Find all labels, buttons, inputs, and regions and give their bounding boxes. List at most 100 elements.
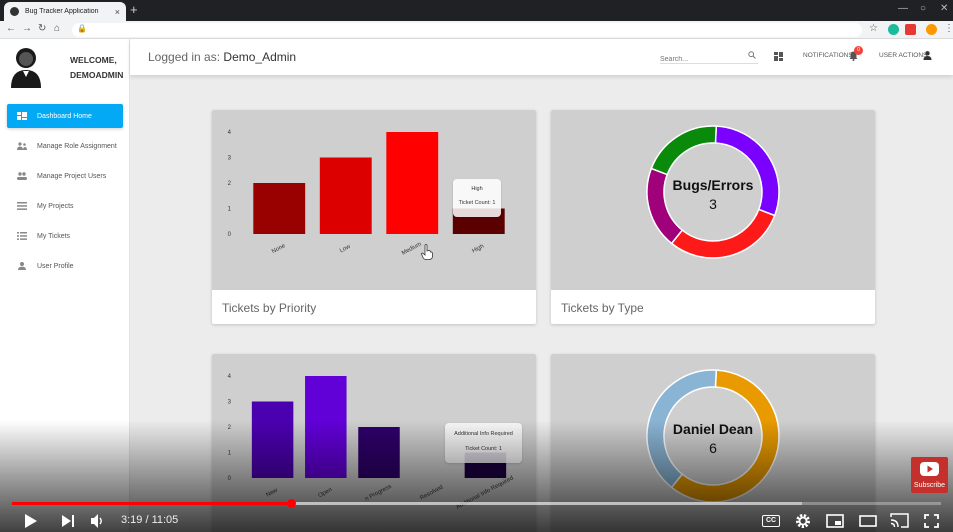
dashboard-toggle-icon[interactable] — [774, 52, 783, 61]
sidebar-item-label: My Projects — [37, 202, 74, 210]
notifications-badge: 0 — [854, 46, 863, 55]
y-tick-label: 0 — [228, 476, 232, 482]
menu-kebab-icon[interactable]: ⋮ — [944, 23, 953, 34]
sidebar-item-user-profile[interactable]: User Profile — [7, 254, 123, 278]
logged-in-prefix: Logged in as: — [148, 50, 221, 64]
bar-open[interactable] — [305, 376, 347, 478]
sidebar-item-manage-project-users[interactable]: Manage Project Users — [7, 164, 123, 188]
x-tick-label: Medium — [401, 241, 423, 256]
bar-new[interactable] — [251, 401, 294, 479]
search-input[interactable] — [660, 56, 740, 63]
group-icon — [17, 172, 27, 180]
logged-in-user: Demo_Admin — [223, 50, 297, 64]
captions-button[interactable]: CC — [762, 515, 780, 527]
subscribe-button[interactable]: Subscribe — [911, 457, 948, 493]
hand-cursor-icon — [421, 244, 433, 260]
new-tab-button[interactable]: + — [130, 3, 138, 17]
x-tick-label: Open — [317, 487, 333, 499]
x-tick-label: High — [471, 244, 485, 255]
y-tick-label: 1 — [228, 451, 232, 457]
welcome-text: WELCOME, DEMOADMIN — [70, 53, 123, 83]
bar-medium[interactable] — [386, 132, 439, 234]
browser-tab-bar: Bug Tracker Application × + — ○ ✕ — [0, 0, 953, 21]
donut-center-value: 6 — [709, 440, 717, 456]
priority-card-title: Tickets by Priority — [222, 301, 317, 315]
reload-icon[interactable]: ↻ — [38, 23, 46, 34]
profile-block: WELCOME, DEMOADMIN — [0, 39, 130, 94]
volume-icon[interactable] — [90, 513, 106, 529]
minimize-icon[interactable]: — — [898, 3, 908, 14]
extension-icon[interactable] — [905, 24, 916, 35]
theater-mode-icon[interactable] — [859, 515, 877, 527]
donut-center-label: Bugs/Errors — [673, 177, 754, 193]
status-chart-area: 0 1 2 3 4 New Open n Progress Resolved Additional… — [212, 354, 536, 532]
sidebar-item-my-projects[interactable]: My Projects — [7, 194, 123, 218]
bug-tracker-app: WELCOME, DEMOADMIN Dashboard Home Manage… — [0, 39, 953, 532]
person-icon[interactable] — [923, 51, 932, 60]
x-tick-label: Additional Info Required — [455, 475, 514, 510]
video-time: 3:19 / 11:05 — [121, 514, 179, 526]
type-donut-chart: Bugs/Errors 3 — [646, 125, 780, 259]
y-tick-label: 2 — [228, 425, 232, 431]
donut-center-label: Daniel Dean — [673, 421, 753, 437]
sidebar-item-dashboard-home[interactable]: Dashboard Home — [7, 104, 123, 128]
priority-chart-area: 0 1 2 3 4 None Low Medium High High Ticket Count… — [212, 110, 536, 290]
video-progress-bar[interactable] — [12, 499, 941, 508]
sidebar: WELCOME, DEMOADMIN Dashboard Home Manage… — [0, 39, 130, 532]
progress-scrubber[interactable] — [286, 499, 296, 508]
type-card-title: Tickets by Type — [561, 301, 644, 315]
type-card: Bugs/Errors 3 Tickets by Type — [551, 110, 875, 324]
y-tick-label: 1 — [228, 207, 232, 213]
tooltip-title: Additional Info Required — [454, 431, 513, 437]
tab-title: Bug Tracker Application — [25, 8, 99, 15]
brave-shield-icon[interactable] — [926, 24, 937, 35]
sidebar-item-my-tickets[interactable]: My Tickets — [7, 224, 123, 248]
home-icon[interactable]: ⌂ — [54, 23, 60, 34]
tooltip-title: High — [471, 186, 483, 192]
sidebar-item-label: My Tickets — [37, 232, 71, 240]
fullscreen-icon[interactable] — [924, 514, 939, 528]
browser-tab[interactable]: Bug Tracker Application × — [4, 2, 126, 21]
x-tick-label: None — [271, 243, 287, 255]
search-box — [660, 48, 758, 64]
y-tick-label: 2 — [228, 181, 232, 187]
sidebar-item-label: Dashboard Home — [37, 112, 92, 120]
notifications-button[interactable]: NOTIFICATIONS — [803, 52, 853, 59]
y-tick-label: 4 — [228, 130, 232, 136]
tab-close-icon[interactable]: × — [115, 7, 120, 17]
url-field[interactable]: 🔒 — [72, 23, 862, 37]
status-card: 0 1 2 3 4 New Open n Progress Resolved Additional… — [212, 354, 536, 532]
welcome-username: DEMOADMIN — [70, 70, 124, 80]
sidebar-item-label: Manage Project Users — [37, 172, 107, 180]
developer-chart-area: Daniel Dean 6 — [551, 354, 875, 532]
youtube-logo-icon — [920, 462, 939, 476]
settings-gear-icon[interactable] — [795, 513, 811, 529]
list-icon — [17, 202, 27, 210]
person-icon — [18, 262, 26, 270]
forward-icon[interactable]: → — [22, 23, 32, 34]
user-actions-button[interactable]: USER ACTIONS — [879, 52, 927, 59]
people-icon — [17, 142, 27, 150]
tooltip-body: Ticket Count: 1 — [465, 446, 502, 452]
bar-low[interactable] — [319, 157, 372, 235]
search-icon[interactable] — [748, 51, 756, 59]
lock-icon: 🔒 — [77, 24, 87, 33]
donut-center-value: 3 — [709, 196, 717, 212]
bookmark-star-icon[interactable]: ☆ — [869, 23, 878, 34]
play-icon[interactable] — [24, 513, 38, 529]
sidebar-item-label: Manage Role Assignment — [37, 142, 117, 150]
x-tick-label: n Progress — [364, 484, 392, 503]
bar-none[interactable] — [253, 183, 306, 234]
next-icon[interactable] — [61, 514, 75, 528]
cast-icon[interactable] — [890, 513, 909, 528]
x-tick-label: Low — [339, 244, 352, 255]
sidebar-item-manage-role-assignment[interactable]: Manage Role Assignment — [7, 134, 123, 158]
window-close-icon[interactable]: ✕ — [940, 3, 948, 14]
bar-in-progress[interactable] — [358, 427, 400, 478]
miniplayer-icon[interactable] — [826, 514, 844, 528]
extension-icon[interactable] — [888, 24, 899, 35]
chart-tooltip: High Ticket Count: 1 — [453, 179, 501, 217]
maximize-icon[interactable]: ○ — [920, 3, 926, 14]
list-icon — [17, 232, 27, 240]
back-icon[interactable]: ← — [6, 23, 16, 34]
